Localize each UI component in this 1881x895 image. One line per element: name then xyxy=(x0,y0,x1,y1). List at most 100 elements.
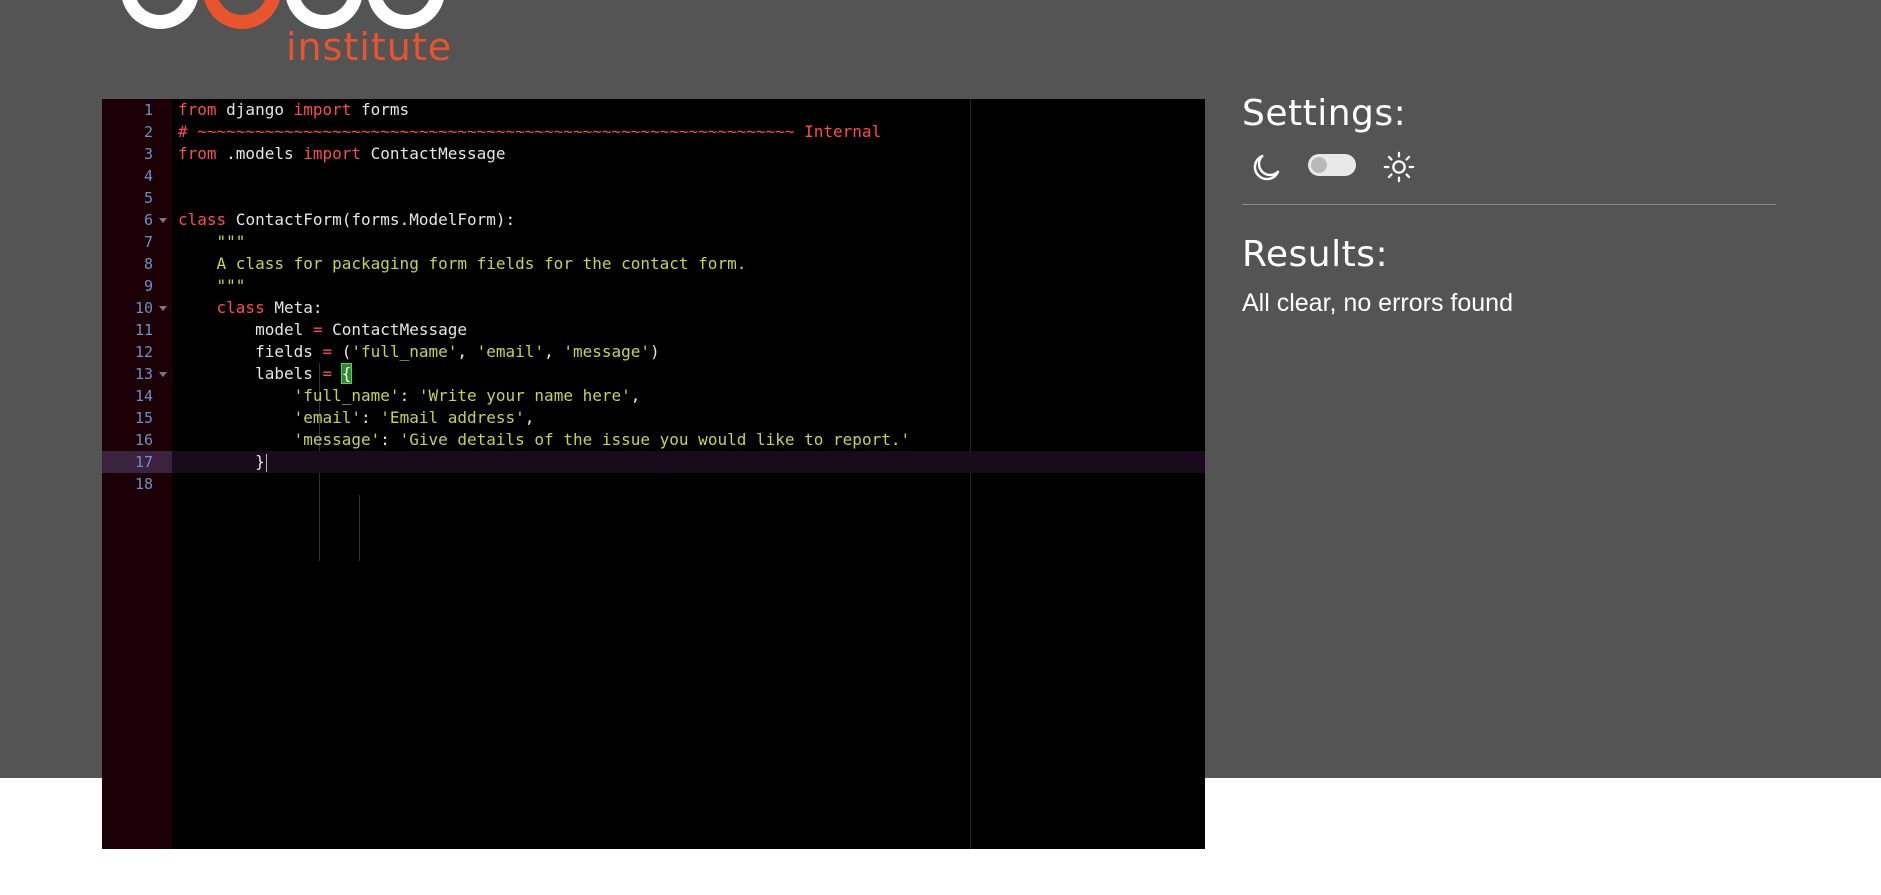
code-token: 'email' xyxy=(293,408,362,427)
line-number: 18 xyxy=(134,475,153,493)
line-number: 5 xyxy=(143,189,153,207)
moon-icon[interactable] xyxy=(1248,150,1284,186)
line-number: 9 xyxy=(143,277,153,295)
code-line[interactable]: 6 class ContactForm(forms.ModelForm): xyxy=(102,209,1205,231)
code-token: , xyxy=(457,342,477,361)
code-token: 'Email address' xyxy=(380,408,525,427)
code-token: ContactForm(forms.ModelForm): xyxy=(226,210,516,229)
code-text: class Meta: xyxy=(178,297,323,319)
code-text: 'email': 'Email address', xyxy=(178,407,535,429)
code-token: = xyxy=(322,364,333,383)
code-text: model = ContactMessage xyxy=(178,319,467,341)
code-line[interactable]: 3 from .models import ContactMessage xyxy=(102,143,1205,165)
code-line[interactable]: 10 class Meta: xyxy=(102,297,1205,319)
indent-guide xyxy=(359,495,360,561)
code-token: A class for packaging form fields for th… xyxy=(216,254,747,273)
sun-icon[interactable] xyxy=(1382,150,1416,184)
code-token: , xyxy=(524,408,535,427)
code-line[interactable]: 8 A class for packaging form fields for … xyxy=(102,253,1205,275)
code-token: import xyxy=(293,100,352,119)
code-token: , xyxy=(544,342,564,361)
code-token: """ xyxy=(216,232,246,251)
settings-divider xyxy=(1242,204,1776,205)
code-token: 'email' xyxy=(476,342,545,361)
line-number: 11 xyxy=(134,321,153,339)
code-line[interactable]: 4 xyxy=(102,165,1205,187)
code-line[interactable]: 15 'email': 'Email address', xyxy=(102,407,1205,429)
code-line[interactable]: 14 'full_name': 'Write your name here', xyxy=(102,385,1205,407)
code-line[interactable]: 5 xyxy=(102,187,1205,209)
matched-brace: { xyxy=(340,363,353,384)
code-line[interactable]: 18 xyxy=(102,473,1205,495)
code-text: 'full_name': 'Write your name here', xyxy=(178,385,641,407)
code-line[interactable]: 12 fields = ('full_name', 'email', 'mess… xyxy=(102,341,1205,363)
code-line[interactable]: 16 'message': 'Give details of the issue… xyxy=(102,429,1205,451)
code-token: = xyxy=(312,320,323,339)
code-token: ContactMessage xyxy=(361,144,506,163)
code-line[interactable]: 11 model = ContactMessage xyxy=(102,319,1205,341)
code-token: } xyxy=(178,452,265,471)
code-token: 'Give details of the issue you would lik… xyxy=(399,430,911,449)
code-line[interactable]: 17 } xyxy=(102,451,1205,473)
code-token: """ xyxy=(216,276,246,295)
code-text: fields = ('full_name', 'email', 'message… xyxy=(178,341,660,363)
code-token: import xyxy=(303,144,362,163)
code-token: forms xyxy=(351,100,410,119)
code-line[interactable]: 13 labels = { xyxy=(102,363,1205,385)
theme-controls xyxy=(1242,144,1776,196)
code-token: = xyxy=(322,342,333,361)
code-token: : xyxy=(380,430,400,449)
code-text: from .models import ContactMessage xyxy=(178,143,506,165)
code-line[interactable]: 2 # ~~~~~~~~~~~~~~~~~~~~~~~~~~~~~~~~~~~~~… xyxy=(102,121,1205,143)
code-token: 'Write your name here' xyxy=(418,386,631,405)
line-number: 3 xyxy=(143,145,153,163)
code-token: , xyxy=(630,386,641,405)
code-text: 'message': 'Give details of the issue yo… xyxy=(178,429,911,451)
results-message: All clear, no errors found xyxy=(1242,289,1513,317)
code-line[interactable]: 7 """ xyxy=(102,231,1205,253)
code-token: class xyxy=(216,298,265,317)
theme-toggle[interactable] xyxy=(1308,154,1356,176)
code-token: ContactMessage xyxy=(322,320,467,339)
code-text: class ContactForm(forms.ModelForm): xyxy=(178,209,515,231)
logo-wordmark: institute xyxy=(286,25,453,69)
text-cursor xyxy=(265,453,267,472)
side-panel: Settings: Results: All clear, no errors … xyxy=(1242,92,1776,319)
code-lines[interactable]: 1 from django import forms 2 # ~~~~~~~~~~~~… xyxy=(102,99,1205,495)
code-text: """ xyxy=(178,275,246,297)
code-institute-logo: institute xyxy=(120,0,460,72)
code-token: model xyxy=(178,320,313,339)
code-text: # ~~~~~~~~~~~~~~~~~~~~~~~~~~~~~~~~~~~~~~… xyxy=(178,121,881,143)
code-line[interactable]: 9 """ xyxy=(102,275,1205,297)
code-token: 'message' xyxy=(293,430,381,449)
code-token: Meta: xyxy=(264,298,323,317)
code-text: labels = { xyxy=(178,363,353,385)
code-token: 'message' xyxy=(563,342,651,361)
results-title: Results: xyxy=(1242,234,1389,275)
fold-arrow-icon[interactable] xyxy=(159,218,167,223)
code-token: fields xyxy=(178,342,323,361)
code-token: 'full_name' xyxy=(293,386,400,405)
line-number: 17 xyxy=(102,451,172,473)
code-text: } xyxy=(178,451,267,473)
code-editor[interactable]: 1 from django import forms 2 # ~~~~~~~~~~~~… xyxy=(102,99,1205,849)
fold-arrow-icon[interactable] xyxy=(159,372,167,377)
code-token: .models xyxy=(216,144,304,163)
fold-arrow-icon[interactable] xyxy=(159,306,167,311)
code-text: """ xyxy=(178,231,246,253)
code-line[interactable]: 1 from django import forms xyxy=(102,99,1205,121)
line-number: 14 xyxy=(134,387,153,405)
line-number: 15 xyxy=(134,409,153,427)
code-token: # ~~~~~~~~~~~~~~~~~~~~~~~~~~~~~~~~~~~~~~… xyxy=(178,122,882,141)
code-token: ( xyxy=(332,342,352,361)
line-number: 16 xyxy=(134,431,153,449)
code-token: ) xyxy=(650,342,660,361)
line-number: 12 xyxy=(134,343,153,361)
code-token: : xyxy=(361,408,381,427)
code-token: from xyxy=(178,144,217,163)
